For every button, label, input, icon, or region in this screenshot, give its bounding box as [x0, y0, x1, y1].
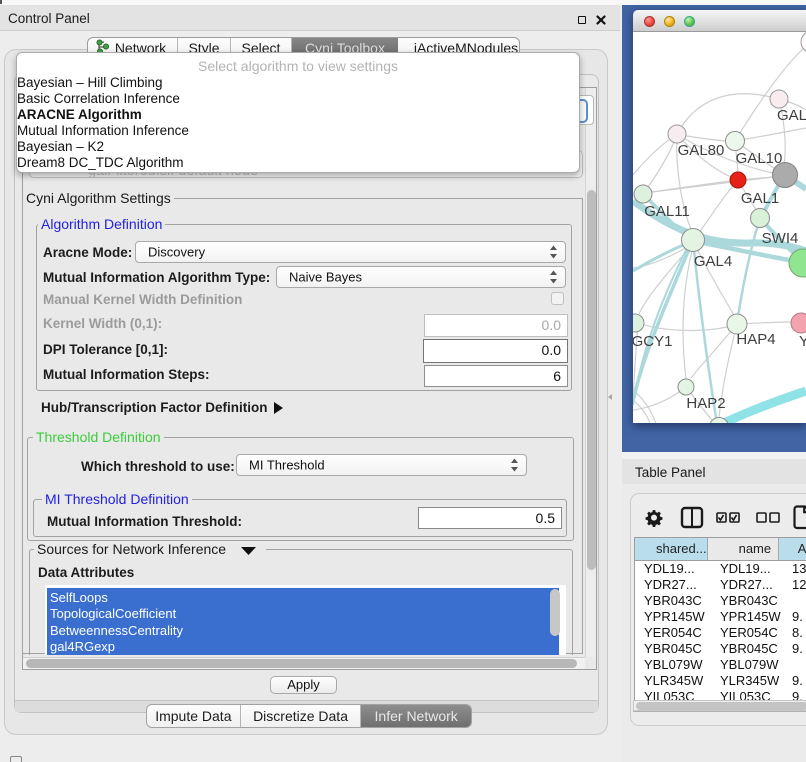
- svg-text:GAL4: GAL4: [694, 253, 732, 270]
- svg-text:GCY1: GCY1: [633, 333, 672, 350]
- svg-text:SWI4: SWI4: [762, 230, 799, 247]
- svg-text:GAL80: GAL80: [678, 142, 725, 159]
- svg-text:HAP4: HAP4: [736, 331, 775, 348]
- svg-text:GAL: GAL: [777, 107, 806, 124]
- svg-text:HAP2: HAP2: [686, 395, 725, 412]
- svg-text:GAL10: GAL10: [736, 150, 783, 167]
- svg-text:GAL11: GAL11: [644, 203, 690, 220]
- svg-text:GAL1: GAL1: [741, 190, 779, 207]
- svg-text:Y: Y: [799, 333, 806, 350]
